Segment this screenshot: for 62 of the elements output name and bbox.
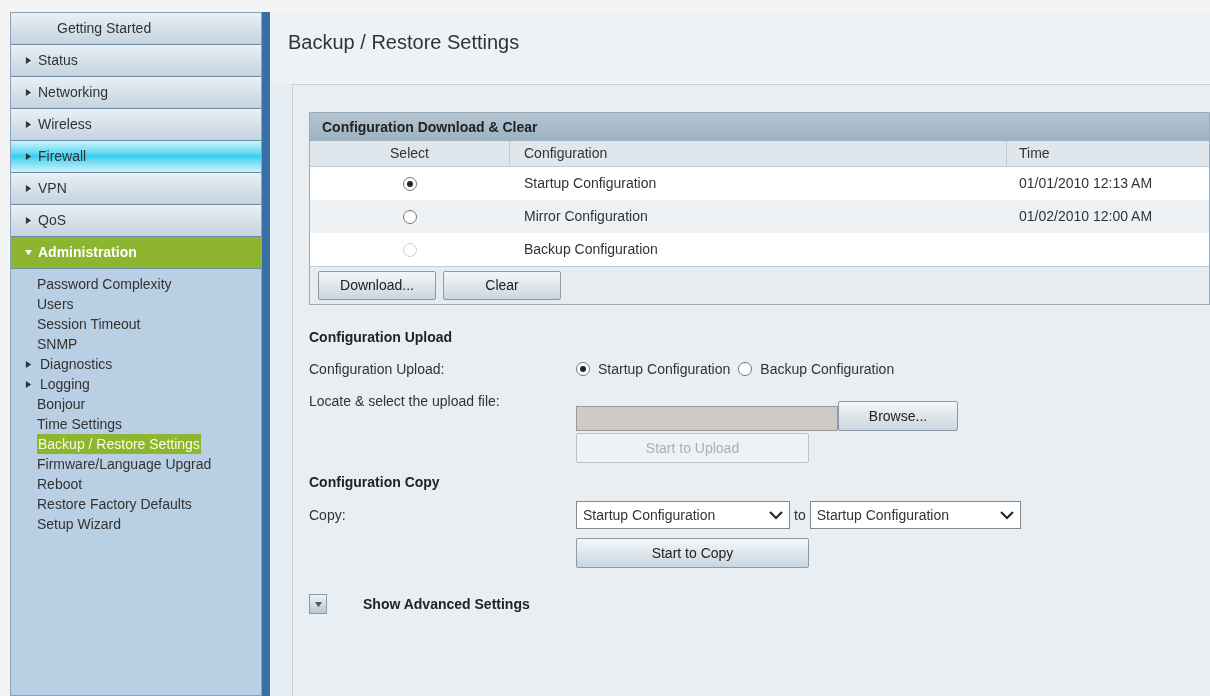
caret-down-icon — [314, 600, 322, 608]
nav-link[interactable]: Password Complexity — [37, 274, 172, 294]
nav-section[interactable]: VPN — [11, 173, 261, 205]
nav-link[interactable]: Setup Wizard — [37, 514, 122, 534]
dropdown[interactable]: Startup Configuration — [576, 501, 790, 529]
nav-link[interactable]: Reboot — [37, 474, 83, 494]
caret-right-icon — [25, 360, 32, 368]
advanced-settings-label[interactable]: Show Advanced Settings — [363, 593, 530, 615]
column-header: Time — [1018, 144, 1051, 163]
radio-button[interactable] — [403, 209, 417, 224]
clear-button[interactable]: Clear — [443, 271, 561, 300]
dropdown[interactable]: Startup Configuration — [809, 501, 1021, 529]
browse-button[interactable]: Browse... — [838, 401, 958, 431]
download-button[interactable]: Download... — [318, 271, 436, 300]
nav-link[interactable]: Bonjour — [37, 394, 86, 414]
nav-link[interactable]: Logging — [40, 374, 90, 394]
nav-link[interactable]: Time Settings — [37, 414, 123, 434]
table-cell-text: 01/02/2010 12:00 AM — [1019, 207, 1153, 226]
caret-right-icon — [25, 380, 32, 388]
nav-section[interactable]: Wireless — [11, 109, 261, 141]
column-header: Select — [310, 141, 510, 166]
nav-link[interactable]: Users — [37, 294, 74, 314]
caret-right-icon — [25, 185, 32, 192]
section-heading: Configuration Copy — [309, 472, 441, 492]
nav-section[interactable]: QoS — [11, 205, 261, 237]
table-cell-text: Mirror Configuration — [524, 207, 648, 226]
chevron-down-icon — [769, 510, 783, 520]
nav-link[interactable]: Firmware/Language Upgrad — [37, 454, 212, 474]
file-path-field[interactable] — [576, 406, 838, 431]
caret-right-icon — [25, 57, 32, 64]
chevron-down-icon — [999, 510, 1014, 520]
field-label: Locate & select the upload file: — [309, 392, 501, 411]
start-copy-button[interactable]: Start to Copy — [576, 538, 809, 568]
caret-right-icon — [25, 217, 32, 224]
nav-link[interactable]: Restore Factory Defaults — [37, 494, 192, 514]
radio-button[interactable] — [576, 362, 590, 376]
table-cell-text: Startup Configuration — [524, 174, 657, 193]
table-cell-text: Backup Configuration — [524, 240, 658, 259]
expand-toggle-button[interactable] — [309, 594, 327, 614]
nav-link[interactable]: Diagnostics — [40, 354, 113, 374]
caret-right-icon — [25, 153, 32, 160]
nav-section[interactable]: Status — [11, 45, 261, 77]
field-label: Copy: — [309, 505, 347, 525]
section-heading: Configuration Upload — [309, 328, 454, 347]
nav-link[interactable]: Session Timeout — [37, 314, 141, 334]
nav-section[interactable]: Networking — [11, 77, 261, 109]
column-header: Configuration — [510, 141, 1007, 166]
nav-section[interactable]: Firewall — [11, 141, 261, 173]
field-label: Configuration Upload: — [309, 359, 446, 379]
caret-right-icon — [25, 121, 32, 128]
table-title: Configuration Download & Clear — [310, 113, 1209, 141]
radio-label[interactable]: Backup Configuration — [760, 358, 895, 380]
caret-right-icon — [25, 89, 32, 96]
joiner-text: to — [794, 505, 806, 525]
radio-button[interactable] — [403, 176, 417, 191]
nav-link[interactable]: SNMP — [37, 334, 78, 354]
caret-down-icon — [25, 249, 32, 256]
table-cell-text: 01/01/2010 12:13 AM — [1019, 174, 1153, 193]
nav-section[interactable]: Getting Started — [11, 13, 261, 45]
page-title: Backup / Restore Settings — [288, 30, 520, 55]
radio-label[interactable]: Startup Configuration — [598, 358, 731, 380]
radio-button[interactable] — [738, 362, 753, 376]
